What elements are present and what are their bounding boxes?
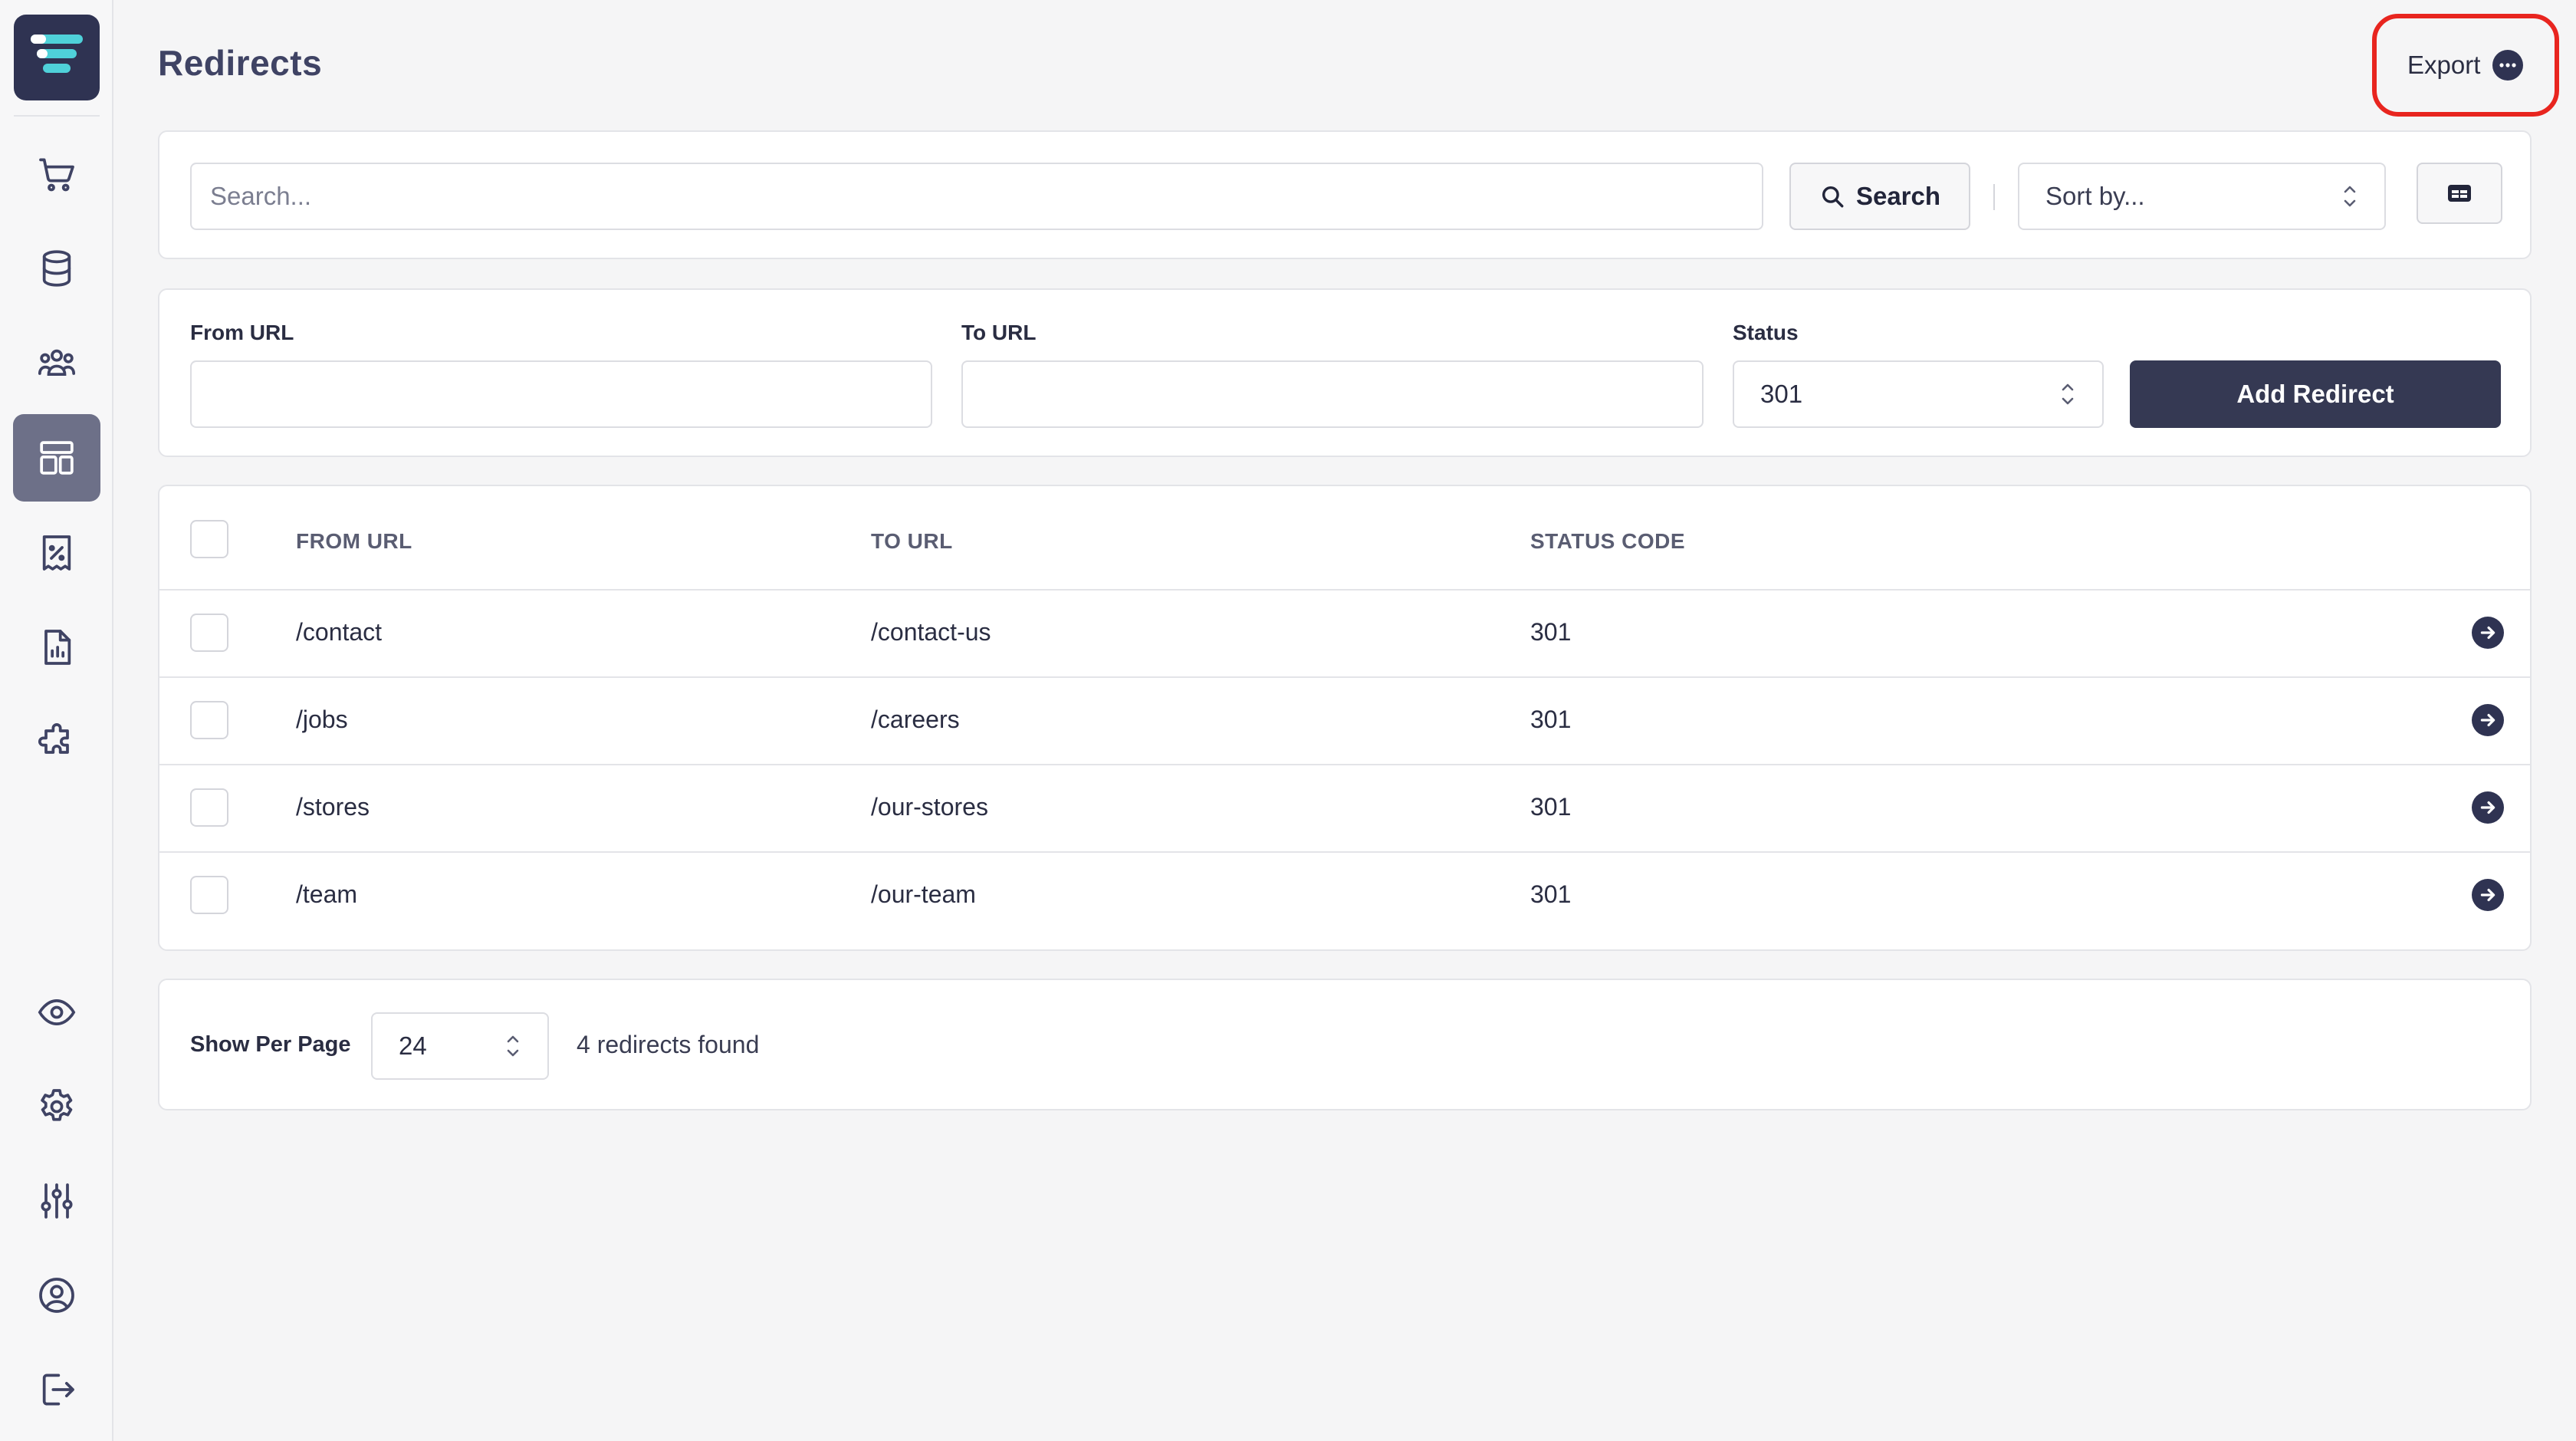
to-url-label: To URL (961, 321, 1037, 344)
cart-icon (39, 158, 74, 192)
table-view-icon (2448, 185, 2471, 202)
page-title: Redirects (158, 43, 323, 83)
search-button[interactable]: Search (1789, 163, 1970, 230)
search-icon (1822, 186, 1844, 208)
table-row[interactable]: /contact /contact-us 301 (159, 591, 2530, 678)
add-redirect-button[interactable]: Add Redirect (2130, 360, 2501, 428)
cell-from-url: /team (296, 880, 358, 908)
sidebar-item-logout[interactable] (13, 1346, 100, 1433)
table-header: FROM URL TO URL STATUS CODE (159, 486, 2530, 591)
export-highlight-annotation (2372, 14, 2559, 117)
cell-status-code: 301 (1530, 706, 1572, 733)
sidebar-item-reports[interactable] (13, 604, 100, 691)
search-toolbar: Search Sort by... (158, 130, 2532, 259)
cell-from-url: /jobs (296, 706, 348, 733)
arrow-right-circle-icon[interactable] (2472, 879, 2504, 911)
cell-to-url: /contact-us (871, 618, 991, 646)
arrow-right-circle-icon[interactable] (2472, 791, 2504, 824)
cell-status-code: 301 (1530, 618, 1572, 646)
search-button-label: Search (1855, 182, 1941, 210)
sidebar-item-adjustments[interactable] (13, 1157, 100, 1245)
sidebar-item-cart[interactable] (13, 130, 100, 218)
toolbar-divider (1993, 184, 1995, 210)
cell-from-url: /contact (296, 618, 383, 646)
cell-from-url: /stores (296, 793, 370, 821)
cell-status-code: 301 (1530, 880, 1572, 908)
row-checkbox[interactable] (190, 614, 228, 652)
chevron-up-down-icon (2344, 186, 2356, 207)
column-header-from-url: FROM URL (296, 529, 412, 553)
pagination-bar: Show Per Page 24 4 redirects found (158, 979, 2532, 1110)
database-icon (42, 250, 71, 287)
report-icon (44, 630, 71, 665)
per-page-value: 24 (399, 1031, 427, 1060)
sliders-icon (41, 1183, 73, 1219)
sidebar (0, 0, 113, 1441)
users-icon (38, 349, 76, 377)
sidebar-item-plugins[interactable] (13, 698, 100, 785)
add-redirect-form: From URL To URL Status 301 Add Redirect (158, 288, 2532, 457)
per-page-select[interactable]: 24 (371, 1012, 549, 1080)
to-url-input[interactable] (961, 360, 1704, 428)
eye-icon (38, 999, 76, 1026)
sidebar-item-discounts[interactable] (13, 509, 100, 597)
chevron-up-down-icon (2062, 383, 2074, 405)
chevron-up-down-icon (507, 1035, 519, 1057)
per-page-label: Show Per Page (190, 1032, 351, 1057)
sidebar-item-preview[interactable] (13, 969, 100, 1056)
from-url-label: From URL (190, 321, 294, 344)
view-toggle-button[interactable] (2417, 163, 2502, 224)
cell-status-code: 301 (1530, 793, 1572, 821)
puzzle-icon (38, 723, 69, 754)
table-row[interactable]: /stores /our-stores 301 (159, 765, 2530, 853)
results-count: 4 redirects found (577, 1031, 760, 1058)
logout-icon (42, 1374, 74, 1406)
select-all-checkbox[interactable] (190, 520, 228, 558)
gear-icon (41, 1089, 73, 1121)
status-label: Status (1733, 321, 1799, 344)
cell-to-url: /our-stores (871, 793, 988, 821)
layout-icon (40, 441, 74, 475)
arrow-right-circle-icon[interactable] (2472, 617, 2504, 649)
sort-select-value: Sort by... (2045, 182, 2145, 210)
status-select[interactable]: 301 (1733, 360, 2104, 428)
table-row[interactable]: /jobs /careers 301 (159, 678, 2530, 765)
sidebar-item-account[interactable] (13, 1252, 100, 1339)
row-checkbox[interactable] (190, 788, 228, 827)
app-logo[interactable] (14, 15, 100, 100)
sidebar-item-users[interactable] (13, 319, 100, 406)
table-row[interactable]: /team /our-team 301 (159, 853, 2530, 940)
logo-mark-icon (31, 35, 83, 73)
sidebar-item-settings[interactable] (13, 1063, 100, 1150)
column-header-status-code: STATUS CODE (1530, 529, 1686, 553)
status-select-value: 301 (1760, 380, 1803, 408)
cell-to-url: /our-team (871, 880, 976, 908)
sort-select[interactable]: Sort by... (2018, 163, 2386, 230)
row-checkbox[interactable] (190, 701, 228, 739)
arrow-right-circle-icon[interactable] (2472, 704, 2504, 736)
sidebar-item-layout[interactable] (13, 414, 100, 502)
column-header-to-url: TO URL (871, 529, 953, 553)
sidebar-item-database[interactable] (13, 225, 100, 312)
row-checkbox[interactable] (190, 876, 228, 914)
sidebar-divider (14, 115, 100, 117)
user-circle-icon (39, 1278, 74, 1313)
search-input[interactable] (190, 163, 1763, 230)
from-url-input[interactable] (190, 360, 932, 428)
cell-to-url: /careers (871, 706, 960, 733)
receipt-percent-icon (42, 535, 71, 571)
redirects-table: FROM URL TO URL STATUS CODE /contact /co… (158, 485, 2532, 951)
